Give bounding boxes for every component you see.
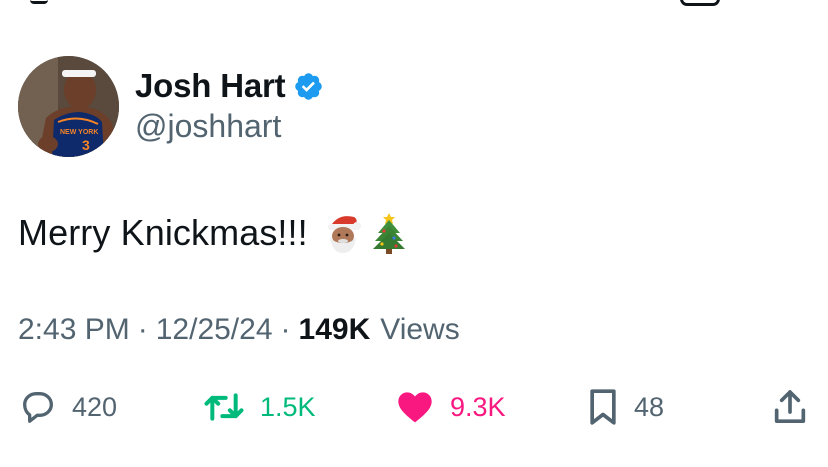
christmas-tree-emoji (372, 213, 405, 254)
avatar-jersey-number: 3 (82, 137, 90, 153)
tweet-text: Merry Knickmas!!! (18, 212, 308, 253)
retweet-arrows-icon (204, 393, 244, 421)
retweet-count: 1.5K (260, 391, 316, 422)
back-arrow-icon[interactable] (30, 0, 48, 4)
views-count[interactable]: 149K (299, 313, 371, 347)
verified-badge-icon (295, 72, 323, 100)
author-name-row[interactable]: Josh Hart (135, 66, 324, 106)
share-upload-icon (774, 390, 806, 423)
overflow-menu-icon[interactable] (680, 0, 720, 6)
bookmark-count: 48 (634, 391, 665, 422)
tweet-detail: NEW YORK 3 Josh Hart @joshhart Merry Kni… (0, 0, 828, 467)
bookmark-icon (590, 389, 616, 425)
meta-separator: · (137, 313, 148, 346)
avatar-jersey-text: NEW YORK (60, 129, 98, 136)
speech-bubble-icon (23, 392, 53, 423)
author-handle[interactable]: @joshhart (135, 108, 281, 145)
like-button[interactable]: 9.3K (394, 384, 506, 430)
reply-button[interactable]: 420 (18, 384, 117, 430)
avatar-image: NEW YORK 3 (18, 56, 119, 157)
tweet-meta: 2:43 PM · 12/25/24 · 149K Views (18, 313, 460, 347)
santa-emoji (327, 216, 361, 253)
author-name[interactable]: Josh Hart (135, 67, 286, 105)
retweet-button[interactable]: 1.5K (202, 384, 316, 430)
like-count: 9.3K (450, 391, 506, 422)
tweet-date[interactable]: 12/25/24 (156, 313, 273, 347)
share-button[interactable] (770, 384, 810, 430)
views-label[interactable]: Views (380, 313, 459, 347)
action-bar: 420 1.5K 9.3K 48 (0, 384, 828, 430)
reply-count: 420 (72, 391, 118, 422)
tweet-body: Merry Knickmas!!! (18, 211, 408, 255)
avatar[interactable]: NEW YORK 3 (18, 56, 119, 157)
heart-filled-icon (398, 392, 432, 423)
tweet-time[interactable]: 2:43 PM (18, 313, 130, 347)
bookmark-button[interactable]: 48 (586, 384, 664, 430)
meta-separator: · (280, 313, 291, 346)
